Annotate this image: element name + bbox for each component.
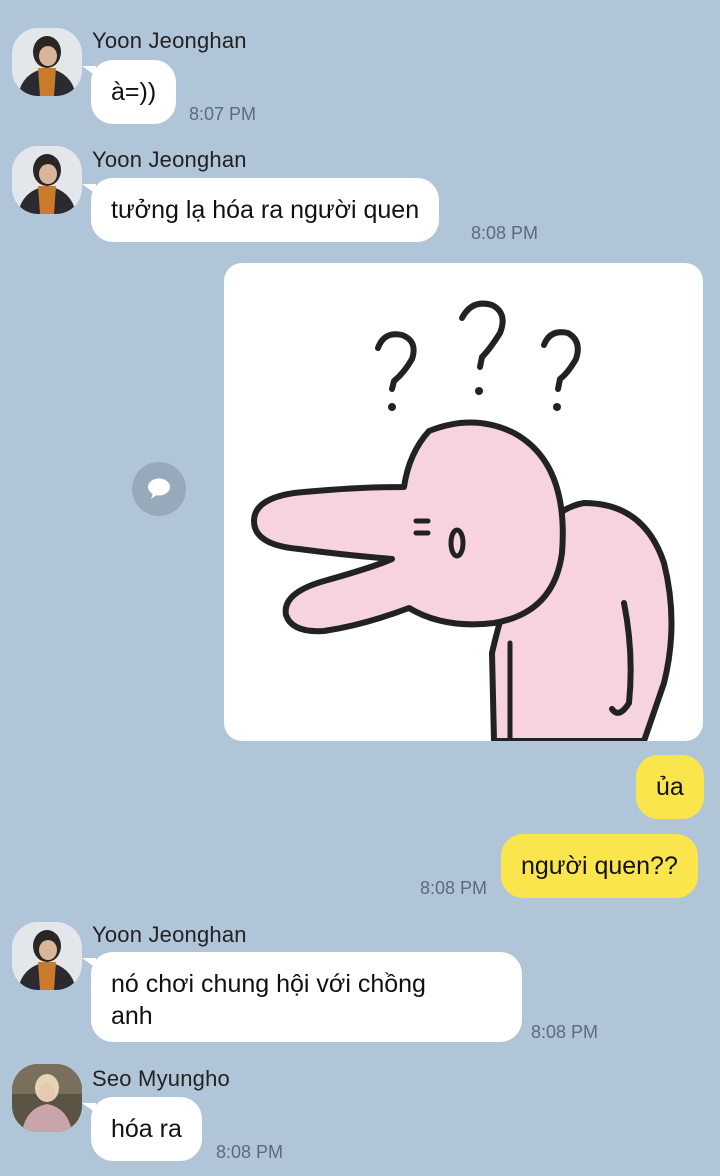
message-text: hóa ra	[111, 1115, 182, 1143]
message-bubble[interactable]: à=))	[81, 60, 177, 124]
message-time: 8:08 PM	[216, 1142, 284, 1162]
message-bubble[interactable]: hóa ra	[82, 1097, 202, 1161]
message-time: 8:08 PM	[420, 878, 488, 898]
avatar-yoon-jeonghan[interactable]	[12, 28, 82, 96]
avatar-seo-myungho[interactable]	[12, 1064, 82, 1132]
message-text: người quen??	[521, 852, 678, 880]
message-bubble[interactable]: nó chơi chung hội với chồng anh	[82, 952, 522, 1042]
message-time: 8:08 PM	[531, 1022, 599, 1042]
speech-bubble-icon	[148, 478, 170, 499]
message-text: tưởng lạ hóa ra người quen	[111, 196, 420, 224]
message-bubble[interactable]: tưởng lạ hóa ra người quen	[81, 178, 440, 242]
sender-name: Yoon Jeonghan	[92, 28, 247, 53]
sender-name: Yoon Jeonghan	[92, 922, 247, 947]
message-bubble-outgoing[interactable]: ủa	[636, 755, 704, 819]
avatar-yoon-jeonghan[interactable]	[12, 922, 82, 990]
message-time: 8:08 PM	[471, 223, 539, 243]
avatar-yoon-jeonghan[interactable]	[12, 146, 82, 214]
sender-name: Seo Myungho	[92, 1066, 230, 1091]
confused-rabbit-sticker	[251, 300, 675, 741]
sticker-message[interactable]	[224, 263, 703, 741]
message-text: anh	[111, 1002, 153, 1030]
sender-name: Yoon Jeonghan	[92, 147, 247, 172]
message-time: 8:07 PM	[189, 104, 257, 124]
chat-area[interactable]: Yoon Jeonghan à=)) 8:07 PM Yoon Jeonghan…	[0, 0, 720, 1176]
reply-button[interactable]	[132, 462, 186, 516]
message-text: nó chơi chung hội với chồng	[111, 970, 426, 998]
message-text: ủa	[656, 773, 684, 801]
message-bubble-outgoing[interactable]: người quen??	[501, 834, 698, 898]
message-text: à=))	[111, 78, 157, 106]
